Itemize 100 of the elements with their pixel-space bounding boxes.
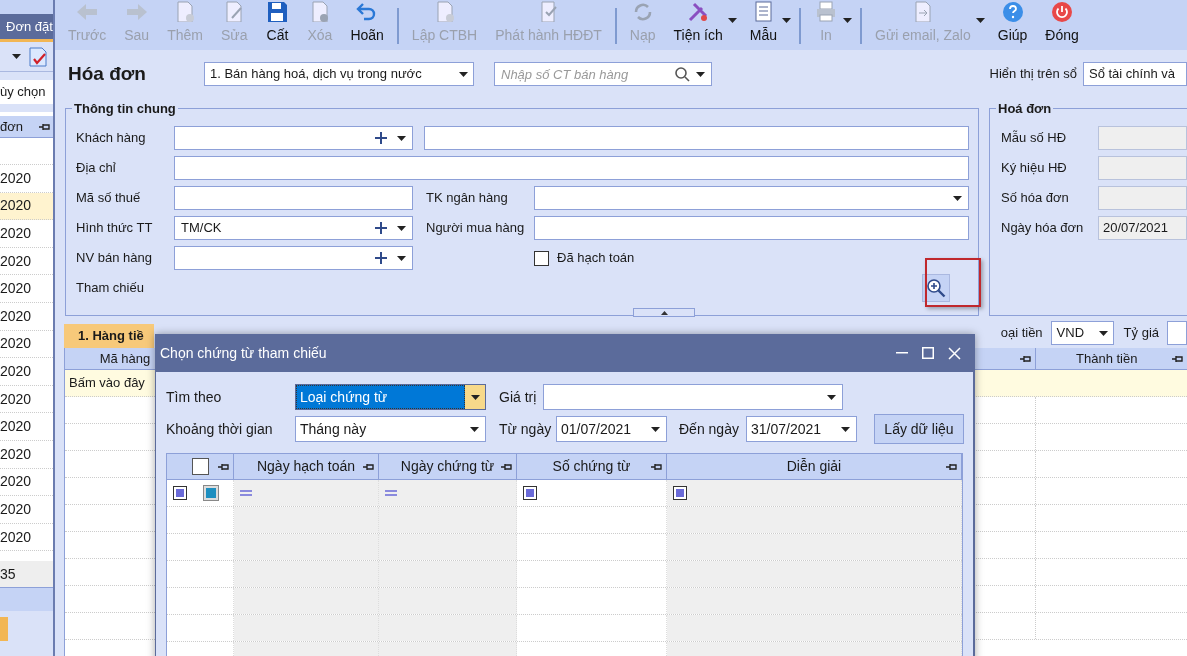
filter-clear-icon — [203, 485, 219, 501]
caret-icon — [459, 71, 468, 77]
caret-icon — [470, 426, 479, 432]
list-row[interactable]: 2020 — [0, 192, 53, 221]
field-label: Từ ngày — [498, 419, 553, 439]
zoom-in-icon — [926, 278, 946, 298]
dialog-title: Chọn chứng từ tham chiếu — [160, 343, 328, 363]
document-check-icon — [29, 46, 47, 67]
salesperson-combo[interactable] — [174, 246, 413, 270]
column-header[interactable]: Thành tiền — [1035, 348, 1187, 369]
zoom-in-button[interactable] — [922, 274, 950, 302]
field-label: Số hóa đơn — [1001, 189, 1070, 208]
panel-tab[interactable] — [0, 617, 8, 642]
caret-icon — [651, 426, 660, 432]
field-label: Ngày hóa đơn — [1001, 219, 1085, 238]
power-icon — [1050, 0, 1075, 22]
filter-icon — [523, 486, 537, 500]
caret-icon — [397, 135, 406, 141]
collapse-handle[interactable] — [633, 308, 695, 317]
invoice-field[interactable] — [1098, 126, 1187, 150]
fetch-data-button[interactable]: Lấy dữ liệu — [874, 414, 964, 444]
field-label: NV bán hàng — [76, 249, 153, 268]
toolbar-button[interactable]: Cất — [256, 0, 299, 46]
filter-icon — [173, 486, 187, 500]
pin-icon — [946, 461, 957, 472]
checkbox[interactable] — [534, 250, 549, 266]
ledger-dropdown[interactable]: Sổ tài chính và — [1083, 62, 1187, 86]
field-label: Mã số thuế — [76, 189, 142, 208]
field-label: Đến ngày — [678, 419, 740, 439]
close-icon — [947, 346, 961, 360]
bank-account-dropdown[interactable] — [534, 186, 969, 210]
equals-icon — [240, 490, 252, 496]
field-label: Tham chiếu — [76, 279, 145, 298]
column-header[interactable]: Ngày chứng từ — [379, 454, 517, 479]
toolbar-button[interactable]: Tiện ích — [664, 0, 732, 46]
toolbar-button[interactable]: Mẫu — [740, 0, 787, 46]
pin-icon — [1172, 353, 1183, 364]
field-label: Mẫu số HĐ — [1001, 129, 1068, 148]
period-dropdown[interactable]: Tháng này — [295, 416, 486, 442]
pin-icon — [363, 461, 374, 472]
plus-icon — [375, 132, 387, 144]
save-icon — [265, 0, 290, 22]
rate-label: Tỷ giá — [1123, 324, 1159, 343]
value-dropdown[interactable] — [543, 384, 843, 410]
column-header[interactable]: Số chứng từ — [517, 454, 667, 479]
caret-icon — [841, 426, 850, 432]
field-label: Khoảng thời gian — [166, 419, 274, 439]
pin-icon — [501, 461, 512, 472]
customer-name-field[interactable] — [424, 126, 969, 150]
search-by-dropdown[interactable]: Loại chứng từ — [295, 384, 486, 410]
toolbar-button[interactable]: Hoãn — [341, 0, 393, 46]
field-label: TK ngân hàng — [425, 189, 509, 208]
field-label: Hình thức TT — [76, 219, 154, 238]
currency-dropdown[interactable]: VND — [1050, 321, 1114, 345]
invoice-field[interactable]: 20/07/2021 — [1098, 216, 1187, 240]
grid-hint: Bấm vào đây — [68, 374, 145, 393]
pin-icon — [1019, 353, 1031, 364]
grid-tab[interactable]: 1. Hàng tiề — [64, 324, 154, 348]
currency-label: oại tiền — [1000, 324, 1043, 343]
plus-icon — [375, 222, 387, 234]
help-icon — [1000, 0, 1025, 22]
buyer-field[interactable] — [534, 216, 969, 240]
address-field[interactable] — [174, 156, 969, 180]
invoice-field[interactable] — [1098, 186, 1187, 210]
maximize-icon — [922, 347, 934, 359]
pin-icon — [39, 121, 50, 132]
column-header[interactable]: Ngày hạch toán — [234, 454, 379, 479]
from-date-picker[interactable]: 01/07/2021 — [556, 416, 667, 442]
selected-row[interactable] — [0, 587, 53, 612]
rate-field[interactable] — [1167, 321, 1187, 345]
field-label: Giá trị — [498, 387, 538, 407]
column-title: đơn — [0, 117, 23, 136]
to-date-picker[interactable]: 31/07/2021 — [746, 416, 857, 442]
column-header[interactable]: Diễn giải — [667, 454, 962, 479]
caret-icon — [1098, 330, 1108, 336]
caret-icon — [827, 394, 836, 400]
highlight-frame — [925, 258, 981, 307]
type-dropdown[interactable]: 1. Bán hàng hoá, dịch vụ trong nước — [204, 62, 474, 86]
customer-combo[interactable] — [174, 126, 413, 150]
field-label: Khách hàng — [76, 129, 147, 148]
equals-icon — [385, 490, 397, 496]
select-all-checkbox[interactable] — [192, 458, 209, 475]
panel-toolbar-strip — [0, 0, 53, 14]
caret-icon — [470, 394, 480, 400]
filter-field[interactable]: ùy chọn — [0, 80, 53, 104]
toolbar-button[interactable]: Đóng — [1036, 0, 1088, 46]
payment-combo[interactable]: TM/CK — [174, 216, 413, 240]
toolbar-button[interactable]: Giúp — [988, 0, 1037, 46]
caret-icon — [953, 195, 962, 201]
footer-total: 35 — [0, 561, 53, 588]
caret-icon — [12, 54, 21, 59]
caret-icon — [397, 225, 406, 231]
page-title: Hóa đơn — [68, 61, 147, 86]
pin-icon — [651, 461, 662, 472]
tax-code-field[interactable] — [174, 186, 413, 210]
panel-tab[interactable]: Đơn đặt — [0, 14, 53, 42]
field-label: Địa chỉ — [76, 159, 117, 178]
up-triangle-icon — [660, 310, 668, 315]
caret-icon — [397, 255, 406, 261]
invoice-field[interactable] — [1098, 156, 1187, 180]
